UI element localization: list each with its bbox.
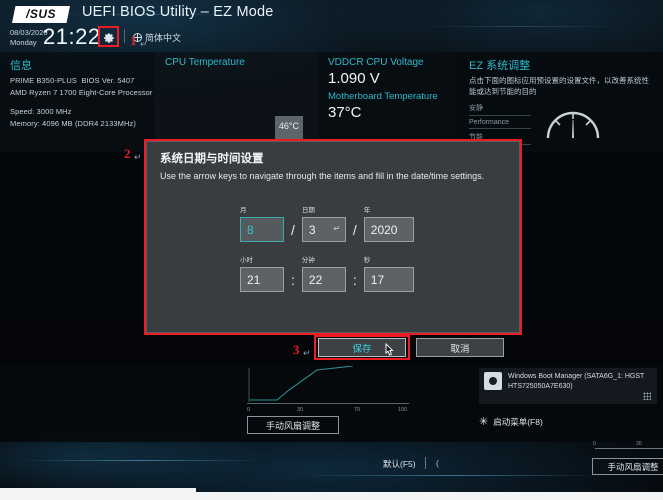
footer-divider [425, 457, 426, 469]
annotation-arrow-1: ↵ [140, 39, 148, 49]
gauge-icon[interactable] [543, 104, 603, 147]
motherboard-temp-value: 37°C [328, 104, 362, 121]
cpu-temperature-graph: 46°C [167, 78, 307, 142]
annotation-arrow-2: ↵ [134, 152, 142, 162]
fan-chart-axis [247, 403, 409, 404]
language-label: 简体中文 [145, 33, 182, 43]
fan-tick-70: 70 [354, 407, 361, 413]
ez-option-quiet[interactable]: 安静 [469, 100, 531, 116]
vddcr-label: VDDCR CPU Voltage [328, 57, 424, 68]
cpu-temperature-panel: CPU Temperature 46°C [155, 52, 318, 152]
footer-tick-0: 0 [593, 441, 596, 447]
fan-curve-chart: 0 30 70 100 [243, 366, 411, 418]
system-time: 21:22 [43, 24, 101, 49]
footer-manual-fan-button[interactable]: 手动风扇调整 [592, 458, 663, 475]
voltage-panel: VDDCR CPU Voltage 1.090 V Motherboard Te… [318, 52, 455, 152]
memory-size: Memory: 4096 MB (DDR4 2133MHz) [10, 119, 136, 128]
ez-tuning-title: EZ 系统调整 [469, 60, 531, 72]
sun-icon: ✳ [479, 416, 489, 428]
motherboard-temp-label: Motherboard Temperature [328, 91, 438, 102]
bottom-white-strip-left [0, 488, 196, 500]
drag-handle-icon[interactable] [643, 392, 651, 400]
boot-device-item[interactable]: Windows Boot Manager (SATA6G_1: HGST HTS… [479, 368, 657, 404]
system-date: 08/03/2020 Monday [10, 28, 48, 47]
memory-speed: Speed: 3000 MHz [10, 107, 72, 116]
fan-tick-30: 30 [297, 407, 304, 413]
boot-device-label: Windows Boot Manager (SATA6G_1: HGST HTS… [508, 373, 645, 390]
ez-option-performance[interactable]: Performance [469, 116, 531, 129]
annotation-arrow-3: ↵ [303, 348, 311, 358]
fan-tick-100: 100 [398, 407, 408, 413]
footer-more-label: ( [436, 458, 439, 468]
manual-fan-tuning-button[interactable]: 手动风扇调整 [247, 416, 339, 434]
annotation-box-save [314, 335, 410, 360]
cpu-temperature-value: 46°C [274, 116, 303, 139]
cpu-model: AMD Ryzen 7 1700 Eight-Core Processor [10, 88, 153, 97]
annotation-number-2: 2 [124, 146, 131, 161]
footer-tick-30: 30 [636, 441, 642, 447]
cpu-temperature-label: CPU Temperature [165, 57, 245, 68]
cancel-button[interactable]: 取消 [416, 338, 504, 357]
vddcr-value: 1.090 V [328, 70, 380, 87]
fan-tick-0: 0 [247, 407, 251, 413]
annotation-box-dialog [144, 139, 522, 335]
information-panel: 信息 PRIME B350-PLUS BIOS Ver. 5407 AMD Ry… [0, 52, 155, 152]
footer-fan-axis [595, 448, 663, 449]
page-title: UEFI BIOS Utility – EZ Mode [82, 4, 274, 20]
annotation-number-3: 3 [293, 342, 300, 357]
bios-screen: /SUS UEFI BIOS Utility – EZ Mode 08/03/2… [0, 0, 663, 500]
header-divider [124, 29, 125, 43]
annotation-box-gear [98, 26, 119, 47]
asus-logo: /SUS [12, 6, 70, 23]
board-model: PRIME B350-PLUS BIOS Ver. 5407 [10, 76, 135, 85]
boot-menu-label: 启动菜单(F8) [493, 416, 543, 427]
hard-drive-icon [484, 372, 502, 390]
ez-tuning-desc: 点击下面的图标应用预设置的设置文件，以改善系统性能或达到节能的目的 [469, 76, 649, 96]
default-f5-button[interactable]: 默认(F5) [383, 458, 416, 470]
boot-menu-button[interactable]: ✳ 启动菜单(F8) [479, 415, 543, 428]
annotation-number-1: 1 [130, 33, 137, 48]
information-title: 信息 [10, 60, 32, 72]
